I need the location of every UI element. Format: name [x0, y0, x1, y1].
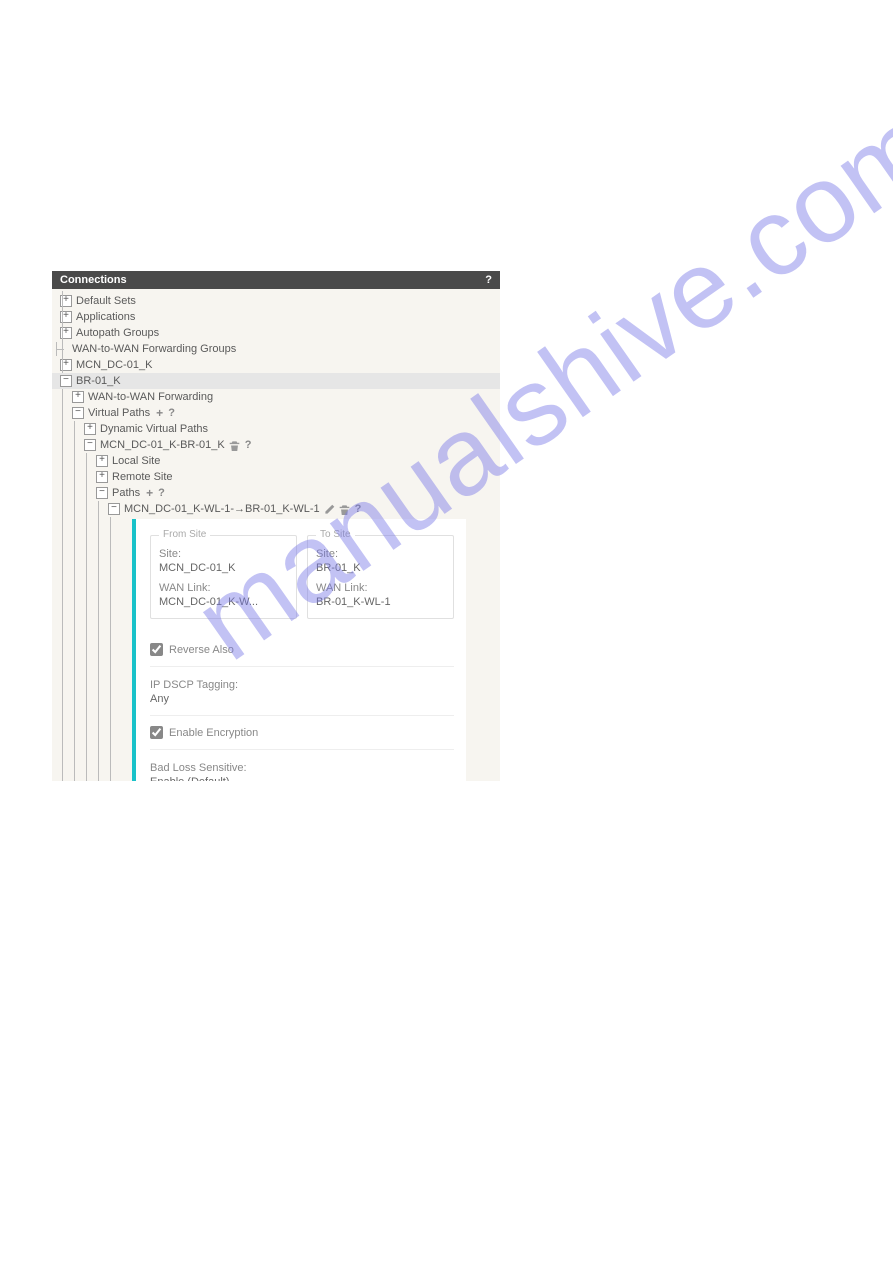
connections-panel: Connections ? + Default Sets + Applicati… [52, 271, 500, 781]
reverse-also-label: Reverse Also [169, 644, 234, 656]
panel-header: Connections ? [52, 271, 500, 289]
tree-label: Virtual Paths [88, 406, 150, 420]
help-icon[interactable]: ? [168, 406, 175, 420]
tree-label: Local Site [112, 454, 160, 468]
tree-item-br-wan-fwd[interactable]: + WAN-to-WAN Forwarding [62, 389, 500, 405]
add-icon[interactable]: + [156, 406, 163, 420]
collapse-icon[interactable]: − [108, 503, 120, 515]
tree-item-default-sets[interactable]: + Default Sets [52, 293, 500, 309]
tree-item-virtual-paths[interactable]: − Virtual Paths + ? [62, 405, 500, 421]
from-site-legend: From Site [159, 529, 210, 540]
help-icon[interactable]: ? [158, 486, 165, 500]
add-icon[interactable]: + [146, 486, 153, 500]
help-icon[interactable]: ? [355, 502, 362, 516]
from-wan-value: MCN_DC-01_K-W... [159, 596, 288, 608]
tree-label: Default Sets [76, 294, 136, 308]
enable-encryption-checkbox[interactable] [150, 726, 163, 739]
tree-label: WAN-to-WAN Forwarding [88, 390, 213, 404]
tree-item-dyn-vp[interactable]: + Dynamic Virtual Paths [74, 421, 500, 437]
collapse-icon[interactable]: − [84, 439, 96, 451]
tree-item-paths[interactable]: − Paths + ? [86, 485, 500, 501]
ip-dscp-value: Any [150, 693, 454, 705]
expand-icon[interactable]: + [72, 391, 84, 403]
to-site-value: BR-01_K [316, 562, 445, 574]
tree-label: MCN_DC-01_K-WL-1-→BR-01_K-WL-1 [124, 502, 320, 516]
expand-icon[interactable]: + [96, 471, 108, 483]
ip-dscp-block: IP DSCP Tagging: Any [150, 667, 454, 715]
enable-encryption-label: Enable Encryption [169, 727, 258, 739]
tree-item-path-detail[interactable]: − MCN_DC-01_K-WL-1-→BR-01_K-WL-1 ? [98, 501, 500, 517]
trash-icon[interactable] [229, 440, 240, 451]
to-wan-label: WAN Link: [316, 582, 445, 594]
expand-icon[interactable]: + [96, 455, 108, 467]
expand-icon[interactable]: + [84, 423, 96, 435]
to-site-legend: To Site [316, 529, 355, 540]
tree-item-applications[interactable]: + Applications [52, 309, 500, 325]
collapse-icon[interactable]: − [96, 487, 108, 499]
to-wan-value: BR-01_K-WL-1 [316, 596, 445, 608]
tree-label: Autopath Groups [76, 326, 159, 340]
help-icon[interactable]: ? [245, 438, 252, 452]
tree-label: Dynamic Virtual Paths [100, 422, 208, 436]
bad-loss-label: Bad Loss Sensitive: [150, 762, 454, 774]
tree-label: Remote Site [112, 470, 173, 484]
tree-connector [56, 342, 66, 356]
pencil-icon[interactable] [324, 504, 335, 515]
reverse-also-checkbox[interactable] [150, 643, 163, 656]
tree-label: MCN_DC-01_K [76, 358, 152, 372]
tree-item-wan-fwd-groups[interactable]: WAN-to-WAN Forwarding Groups [52, 341, 500, 357]
tree-label: Paths [112, 486, 140, 500]
from-site-box: From Site Site: MCN_DC-01_K WAN Link: MC… [150, 535, 297, 619]
panel-help-icon[interactable]: ? [485, 274, 492, 286]
tree-item-autopath-groups[interactable]: + Autopath Groups [52, 325, 500, 341]
collapse-icon[interactable]: − [60, 375, 72, 387]
tree-label: BR-01_K [76, 374, 121, 388]
panel-title: Connections [60, 274, 127, 286]
enable-encryption-row: Enable Encryption [150, 716, 454, 749]
from-wan-label: WAN Link: [159, 582, 288, 594]
collapse-icon[interactable]: − [72, 407, 84, 419]
tree-item-vp-item[interactable]: − MCN_DC-01_K-BR-01_K ? [74, 437, 500, 453]
tree-item-remote-site[interactable]: + Remote Site [86, 469, 500, 485]
to-site-label: Site: [316, 548, 445, 560]
bad-loss-block: Bad Loss Sensitive: Enable (Default) [150, 750, 454, 781]
tree-item-mcn[interactable]: + MCN_DC-01_K [52, 357, 500, 373]
bad-loss-value: Enable (Default) [150, 776, 454, 781]
tree-label: MCN_DC-01_K-BR-01_K [100, 438, 225, 452]
ip-dscp-label: IP DSCP Tagging: [150, 679, 454, 691]
from-site-value: MCN_DC-01_K [159, 562, 288, 574]
tree: + Default Sets + Applications + Autopath… [52, 289, 500, 781]
reverse-also-row: Reverse Also [150, 633, 454, 666]
trash-icon[interactable] [339, 504, 350, 515]
tree-item-br[interactable]: − BR-01_K [52, 373, 500, 389]
tree-label: Applications [76, 310, 135, 324]
tree-item-local-site[interactable]: + Local Site [86, 453, 500, 469]
path-details-card: From Site Site: MCN_DC-01_K WAN Link: MC… [132, 519, 466, 781]
to-site-box: To Site Site: BR-01_K WAN Link: BR-01_K-… [307, 535, 454, 619]
tree-label: WAN-to-WAN Forwarding Groups [72, 342, 236, 356]
from-site-label: Site: [159, 548, 288, 560]
